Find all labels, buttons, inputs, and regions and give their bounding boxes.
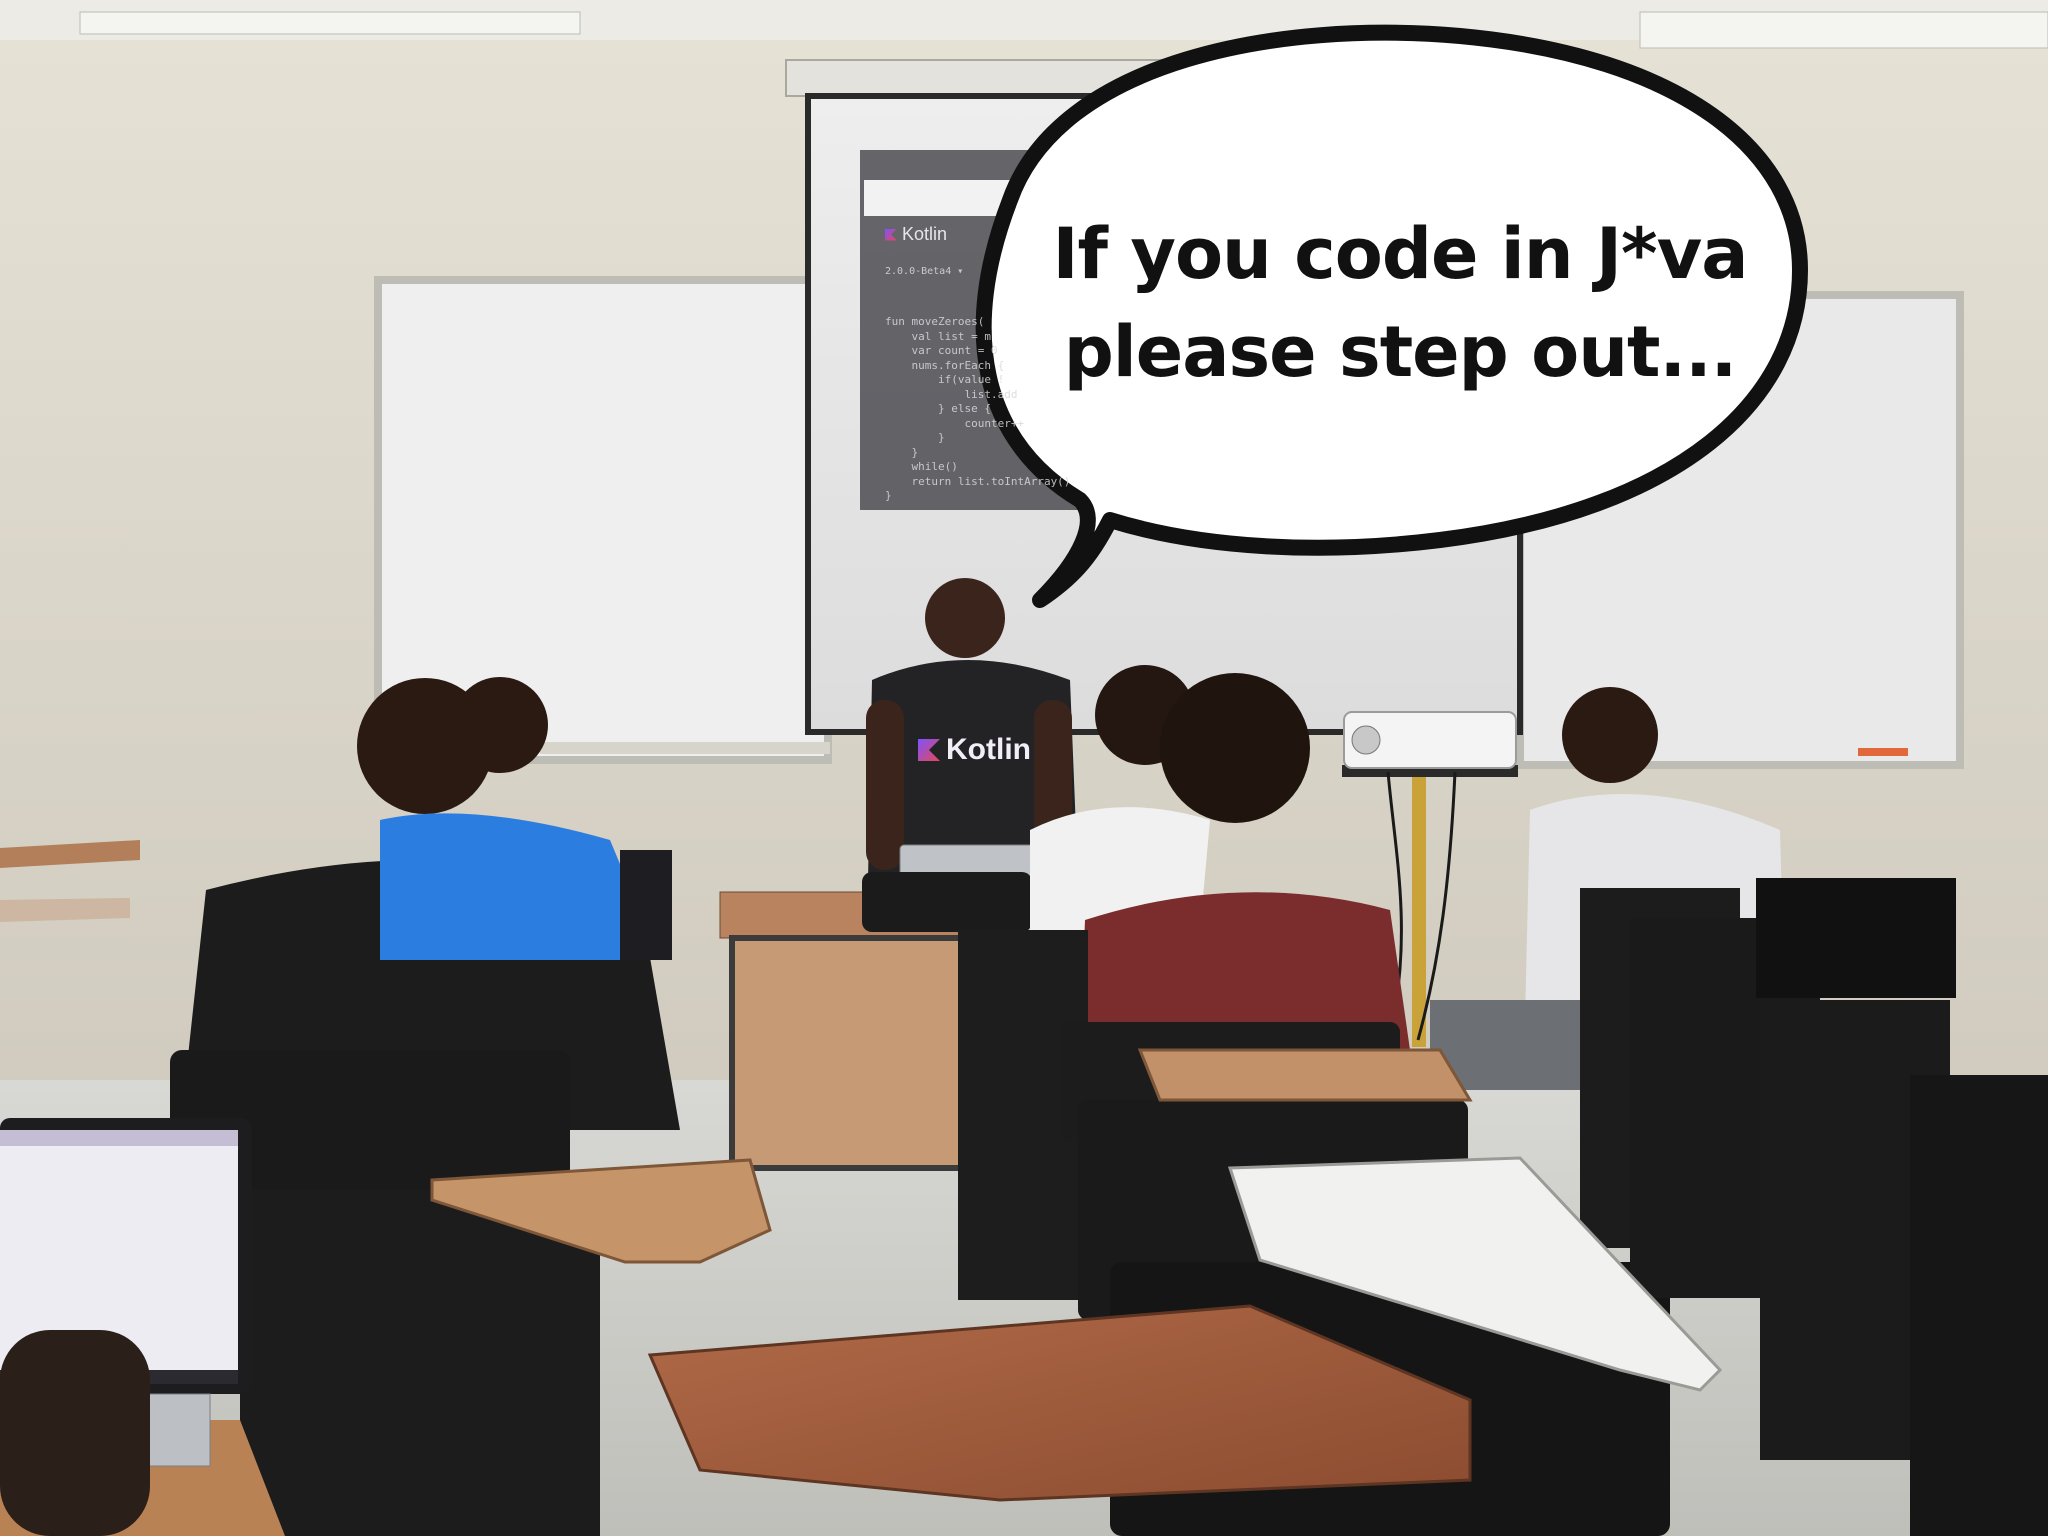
- caption-line-2: please step out...: [1063, 311, 1738, 393]
- projected-version-select: 2.0.0-Beta4 ▾: [885, 266, 964, 277]
- laptop-right-back: [1756, 878, 1956, 998]
- code-line: return list.toIntArray(): [885, 474, 1071, 488]
- student-blue-head: [452, 677, 548, 773]
- kotlin-logo-icon: [918, 739, 940, 761]
- chair-back-2: [240, 1190, 600, 1536]
- code-line: while(): [885, 460, 958, 473]
- code-line: } else {: [885, 402, 991, 415]
- speech-bubble-caption: If you code in J*va please step out...: [1020, 205, 1780, 401]
- teacher-head: [925, 578, 1005, 658]
- shirt-kotlin-logo: Kotlin: [918, 733, 1031, 767]
- whiteboard-tray: [540, 742, 830, 754]
- ceiling-light-left: [79, 11, 581, 35]
- projector-stand-pole: [1412, 777, 1426, 1047]
- projector-lens: [1351, 725, 1381, 755]
- laptop-left-mid: [620, 850, 672, 960]
- projected-logo-text: Kotlin: [902, 224, 948, 244]
- ceiling-light-right: [1639, 11, 2048, 49]
- code-line: }: [885, 431, 945, 444]
- teacher-arm-left: [866, 700, 904, 870]
- kotlin-logo-icon: [885, 228, 897, 241]
- code-line: }: [885, 445, 919, 459]
- projected-kotlin-logo: Kotlin: [885, 224, 947, 245]
- student-arm-bottom-left: [0, 1330, 150, 1536]
- caption-line-1: If you code in J*va: [1052, 213, 1748, 295]
- marker-red: [1858, 748, 1908, 756]
- desk-left-2: [0, 898, 130, 922]
- chair-back-10: [1910, 1075, 2048, 1536]
- student-laptop-tab-bar: [0, 1130, 238, 1146]
- teacher-bag: [862, 872, 1032, 932]
- code-line: }: [885, 489, 892, 502]
- code-line: counter++: [885, 416, 1025, 430]
- shirt-logo-text: Kotlin: [946, 733, 1031, 766]
- student-hoodie-head: [1562, 687, 1658, 783]
- student-maroon-head: [1160, 673, 1310, 823]
- desk-wood-center: [1137, 1048, 1473, 1102]
